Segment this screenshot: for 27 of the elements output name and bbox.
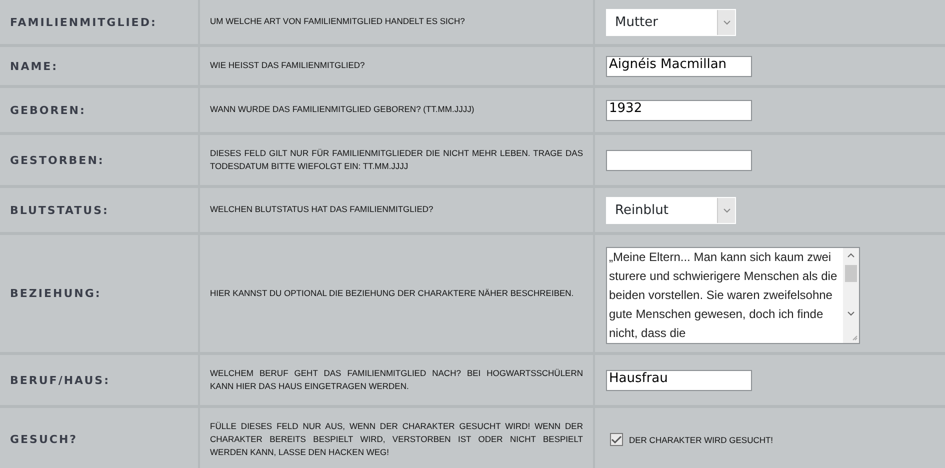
input-field[interactable]: 1932 [606,100,752,120]
field-label: BEZIEHUNG: [9,287,102,300]
text-area[interactable]: „Meine Eltern... Man kann sich kaum zwei sturere und schwierigere Menschen als die beiden vorstellen. Sie waren zweifelsohne gute Menschen gewesen, doch ich finde nicht, dass die [606,247,860,344]
select-field[interactable]: Mutter [606,8,736,36]
input-field[interactable]: Aignéis Macmillan [606,56,752,76]
field-label: GESTORBEN: [9,154,104,166]
field-description: WIE HEISST DAS FAMILIENMITGLIED? [210,59,366,72]
field-label: NAME: [9,60,58,72]
caret-icon [722,20,730,24]
checkbox-label: DER CHARAKTER WIRD GESUCHT! [629,434,774,444]
field-description: WANN WURDE DAS FAMILIENMITGLIED GEBOREN? (TT.MM.JJJJ) [210,103,476,116]
field-description: WELCHEN BLUTSTATUS HAT DAS FAMILIENMITGLIED? [210,203,434,216]
field-description: WELCHEM BERUF GEHT DAS FAMILIENMITGLIED NACH? BEI HOGWARTSSCHÜLERN KANN HIER DAS HAUS EINGETRAGEN WERDEN. [210,366,583,393]
input-field[interactable]: Hausfrau [606,370,752,390]
caret-icon [722,208,730,212]
input-field[interactable] [606,150,752,170]
field-description: DIESES FELD GILT NUR FÜR FAMILIENMITGLIEDER DIE NICHT MEHR LEBEN. TRAGE DAS TODESDATUM BITTE WIEFOLGT EIN: TT.MM.JJJJ [210,146,583,173]
field-description: UM WELCHE ART VON FAMILIENMITGLIED HANDELT ES SICH? [210,15,466,28]
field-label: BLUTSTATUS: [9,204,109,216]
field-label: GEBOREN: [9,104,86,116]
select-field[interactable]: Reinblut [606,196,736,224]
field-label: FAMILIENMITGLIED: [9,16,157,28]
checkbox[interactable] [610,433,623,446]
field-label: GESUCH? [9,433,78,446]
field-label: BERUF/HAUS: [9,374,110,386]
field-description: FÜLLE DIESES FELD NUR AUS, WENN DER CHARAKTER GESUCHT WIRD! WENN DER CHARAKTER BEREITS BESPIELT WIRD, VERSTORBEN IST ODER NICHT BESPIELT WERDEN KANN, LASSE DEN HACKEN WEG! [210,420,583,460]
field-description: HIER KANNST DU OPTIONAL DIE BEZIEHUNG DER CHARAKTERE NÄHER BESCHREIBEN. [210,286,575,300]
